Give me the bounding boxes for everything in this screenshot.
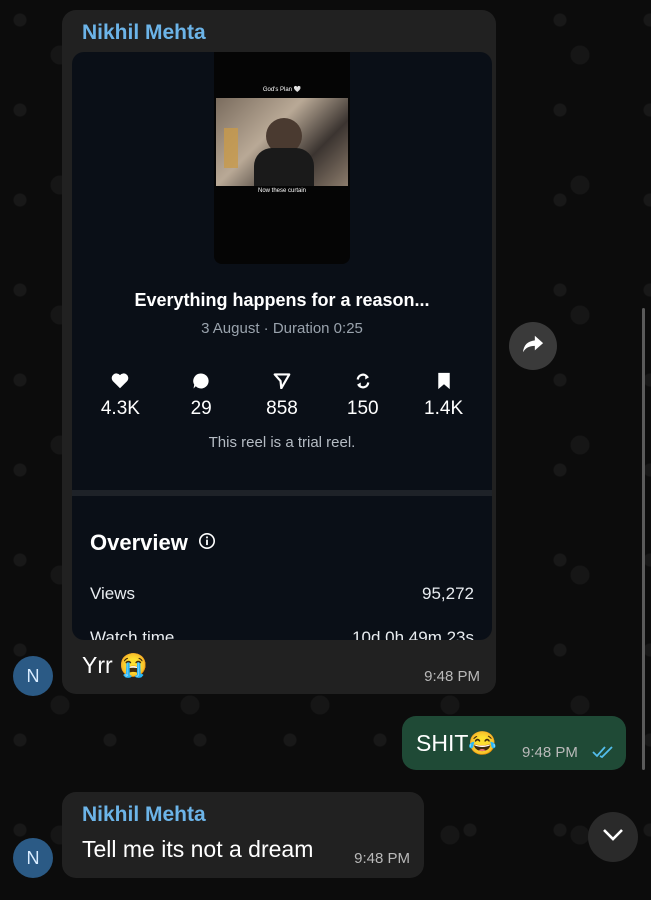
repost-icon <box>328 370 398 392</box>
reel-stats: 4.3K 29 858 150 1.4K <box>72 370 492 420</box>
watch-time-label: Watch time <box>90 628 175 640</box>
message-bubble-incoming[interactable]: Nikhil Mehta Tell me its not a dream 9:4… <box>62 792 424 878</box>
sender-name[interactable]: Nikhil Mehta <box>82 803 206 827</box>
bookmark-icon <box>409 370 479 392</box>
reel-title: Everything happens for a reason... <box>134 290 430 310</box>
message-time: 9:48 PM <box>354 850 410 867</box>
views-value: 95,272 <box>422 584 474 603</box>
stat-comments-value: 29 <box>190 398 212 419</box>
stat-saves: 1.4K <box>409 370 479 420</box>
sender-name[interactable]: Nikhil Mehta <box>82 21 206 45</box>
views-label: Views <box>90 584 136 603</box>
stat-likes-value: 4.3K <box>100 398 140 419</box>
share-icon <box>247 370 317 392</box>
message-text: Tell me its not a dream <box>82 836 314 862</box>
reel-meta: 3 August · Duration 0:25 <box>201 320 363 337</box>
overview-title: Overview <box>90 530 188 555</box>
reel-photo <box>216 98 348 186</box>
double-check-icon <box>592 745 614 764</box>
stat-likes: 4.3K <box>85 370 155 420</box>
scroll-down-button[interactable] <box>588 812 638 862</box>
scrollbar[interactable] <box>642 308 645 770</box>
reel-insights-screenshot[interactable]: God's Plan 🤍 Now these curtain Everythin… <box>72 52 492 640</box>
stat-reposts-value: 150 <box>346 398 379 419</box>
message-bubble-incoming-reel[interactable]: Nikhil Mehta God's Plan 🤍 Now these curt… <box>62 10 496 694</box>
message-text: SHIT😂 <box>416 730 498 756</box>
forward-button[interactable] <box>509 322 557 370</box>
message-time: 9:48 PM <box>424 668 480 685</box>
info-icon <box>198 530 216 556</box>
overview-heading: Overview <box>90 530 216 556</box>
reel-bottom-caption: Now these curtain <box>257 188 307 194</box>
stat-shares-value: 858 <box>266 398 298 419</box>
message-bubble-outgoing[interactable]: SHIT😂 9:48 PM <box>402 716 626 770</box>
stat-saves-value: 1.4K <box>424 398 464 419</box>
heart-icon <box>85 370 155 392</box>
avatar[interactable]: N <box>13 656 53 696</box>
watch-time-value: 10d 0h 49m 23s <box>352 628 474 640</box>
forward-icon <box>522 334 544 359</box>
chevron-down-icon <box>602 828 624 847</box>
overview-row-views: Views 95,272 <box>90 584 474 604</box>
avatar[interactable]: N <box>13 838 53 878</box>
trial-reel-note: This reel is a trial reel. <box>208 434 356 451</box>
stat-shares: 858 <box>247 370 317 420</box>
stat-reposts: 150 <box>328 370 398 420</box>
section-divider <box>72 490 492 496</box>
message-time: 9:48 PM <box>522 744 578 761</box>
reel-thumbnail: God's Plan 🤍 Now these curtain <box>214 52 350 264</box>
message-text: Yrr 😭 <box>82 652 148 678</box>
overview-row-watch-time: Watch time 10d 0h 49m 23s <box>90 628 474 640</box>
comment-icon <box>166 370 236 392</box>
stat-comments: 29 <box>166 370 236 420</box>
reel-top-caption: God's Plan 🤍 <box>262 87 302 93</box>
